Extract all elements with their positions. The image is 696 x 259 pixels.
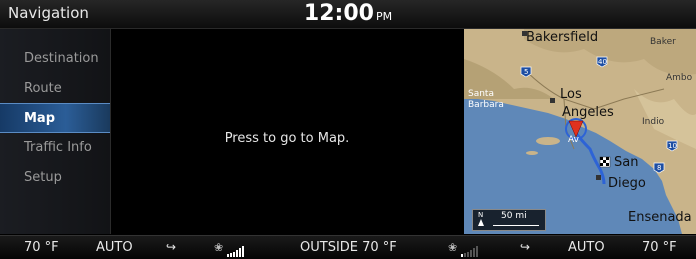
map-scale-label: 50 mi — [501, 211, 527, 221]
highway-40-icon: 40 — [598, 58, 607, 66]
climate-bar: 70 °F AUTO ↪ ❀ OUTSIDE 70 °F ❀ ↪ AUTO 70… — [0, 235, 696, 259]
map-preview[interactable]: Bakersfield Baker Ambo Santa Barbara Los… — [464, 29, 696, 234]
map-city-los: Los — [560, 87, 582, 102]
map-scale-bar — [493, 225, 539, 226]
left-climate-mode[interactable]: AUTO — [96, 240, 133, 255]
map-city-diego: Diego — [608, 176, 646, 191]
go-to-map-message: Press to go to Map. — [224, 131, 350, 146]
left-airflow-icon[interactable]: ↪ — [166, 240, 176, 254]
sidebar-item-setup[interactable]: Setup — [0, 163, 110, 193]
right-fan-icon: ❀ — [448, 241, 458, 254]
sidebar-item-traffic-info[interactable]: Traffic Info — [0, 133, 110, 163]
map-city-baker: Baker — [650, 37, 676, 47]
left-temperature[interactable]: 70 °F — [24, 240, 59, 255]
highway-8-icon: 8 — [657, 164, 662, 172]
right-airflow-icon[interactable]: ↪ — [520, 240, 530, 254]
map-city-ensenada: Ensenada — [628, 210, 692, 225]
map-city-ambo: Ambo — [666, 73, 693, 83]
clock-time: 12:00 — [303, 1, 374, 26]
compass-arrow-icon — [478, 219, 484, 226]
map-city-angeles: Angeles — [562, 105, 614, 120]
clock: 12:00 PM — [0, 1, 696, 26]
left-fan-icon: ❀ — [214, 241, 224, 254]
map-city-santa: Santa — [468, 89, 494, 99]
map-city-barbara: Barbara — [468, 100, 504, 110]
right-climate-mode[interactable]: AUTO — [568, 240, 605, 255]
outside-temperature: OUTSIDE 70 °F — [300, 240, 397, 255]
left-fan-level[interactable] — [227, 242, 245, 257]
highway-5-icon: 5 — [524, 68, 529, 76]
map-scale: N 50 mi — [472, 209, 546, 231]
status-bar: Navigation 12:00 PM — [0, 0, 696, 29]
right-temperature[interactable]: 70 °F — [642, 240, 677, 255]
right-fan-level[interactable] — [461, 242, 479, 257]
nav-sidebar: Destination Route Map Traffic Info Setup — [0, 29, 111, 234]
clock-ampm: PM — [375, 10, 393, 23]
map-city-avalon: Av — [568, 135, 579, 145]
compass-north-label: N — [478, 211, 484, 219]
sidebar-item-destination[interactable]: Destination — [0, 44, 110, 74]
sidebar-item-route[interactable]: Route — [0, 74, 110, 104]
highway-10-icon: 10 — [668, 142, 677, 150]
map-city-indio: Indio — [642, 117, 665, 127]
go-to-map-panel[interactable]: Press to go to Map. — [111, 29, 463, 234]
map-city-bakersfield: Bakersfield — [526, 30, 599, 45]
map-canvas — [464, 29, 696, 234]
sidebar-item-map[interactable]: Map — [0, 103, 110, 133]
map-city-san: San — [614, 155, 639, 170]
